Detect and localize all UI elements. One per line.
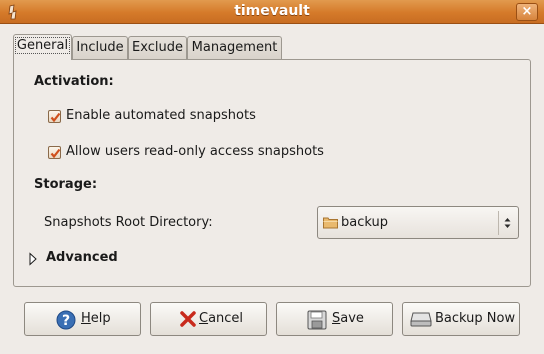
help-icon: ?: [56, 310, 76, 334]
help-label: Help: [81, 311, 111, 326]
snapshots-root-directory-value: backup: [341, 215, 388, 230]
save-button[interactable]: Save: [276, 302, 393, 336]
tab-general-label: General: [14, 37, 71, 54]
cancel-label: Cancel: [199, 311, 244, 326]
read-only-access-checkbox[interactable]: [48, 146, 61, 159]
close-button[interactable]: ×: [516, 3, 538, 21]
combo-separator: [498, 211, 499, 235]
advanced-expander[interactable]: Advanced: [28, 250, 148, 268]
tab-management-label: Management: [191, 40, 278, 55]
close-icon: ×: [521, 4, 533, 19]
tab-exclude[interactable]: Exclude: [128, 36, 187, 59]
cancel-icon: [179, 310, 197, 332]
expander-arrow-icon: [28, 252, 38, 270]
storage-heading: Storage:: [34, 177, 98, 192]
tab-include[interactable]: Include: [72, 36, 128, 59]
cancel-button[interactable]: Cancel: [150, 302, 267, 336]
tab-include-label: Include: [76, 40, 124, 55]
enable-snapshots-checkbox-row[interactable]: Enable automated snapshots: [48, 108, 268, 126]
checkmark-icon: [50, 148, 61, 159]
save-floppy-icon: [307, 310, 327, 334]
tab-exclude-label: Exclude: [132, 40, 183, 55]
svg-text:?: ?: [62, 313, 70, 329]
enable-snapshots-label: Enable automated snapshots: [66, 108, 256, 123]
save-label: Save: [332, 311, 364, 326]
backup-now-label: Backup Now: [435, 311, 516, 326]
tab-general[interactable]: General: [13, 34, 72, 60]
snapshots-root-directory-combo[interactable]: backup: [317, 206, 519, 239]
dialog-window: timevault × General Include Exclude Mana…: [0, 0, 544, 354]
window-title: timevault: [234, 3, 310, 19]
activation-heading: Activation:: [34, 74, 114, 89]
folder-icon: [323, 216, 338, 233]
tab-management[interactable]: Management: [187, 36, 282, 59]
backup-now-button[interactable]: Backup Now: [402, 302, 520, 336]
title-bar[interactable]: timevault ×: [0, 0, 544, 24]
enable-snapshots-checkbox[interactable]: [48, 110, 61, 123]
checkmark-icon: [50, 112, 61, 123]
read-only-access-checkbox-row[interactable]: Allow users read-only access snapshots: [48, 144, 338, 162]
up-down-arrows-icon: [503, 216, 512, 234]
hard-drive-icon: [410, 311, 432, 331]
read-only-access-label: Allow users read-only access snapshots: [66, 144, 324, 159]
advanced-label: Advanced: [46, 250, 118, 265]
help-button[interactable]: ? Help: [24, 302, 141, 336]
snapshots-root-directory-label: Snapshots Root Directory:: [44, 215, 213, 230]
